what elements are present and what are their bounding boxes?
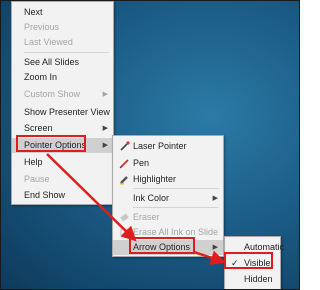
- slide-background: Next Previous Last Viewed See All Slides…: [0, 0, 300, 290]
- annotation-arrows: [46, 153, 226, 265]
- red-arrow-icon: [46, 153, 137, 242]
- red-arrow-icon: [193, 250, 226, 265]
